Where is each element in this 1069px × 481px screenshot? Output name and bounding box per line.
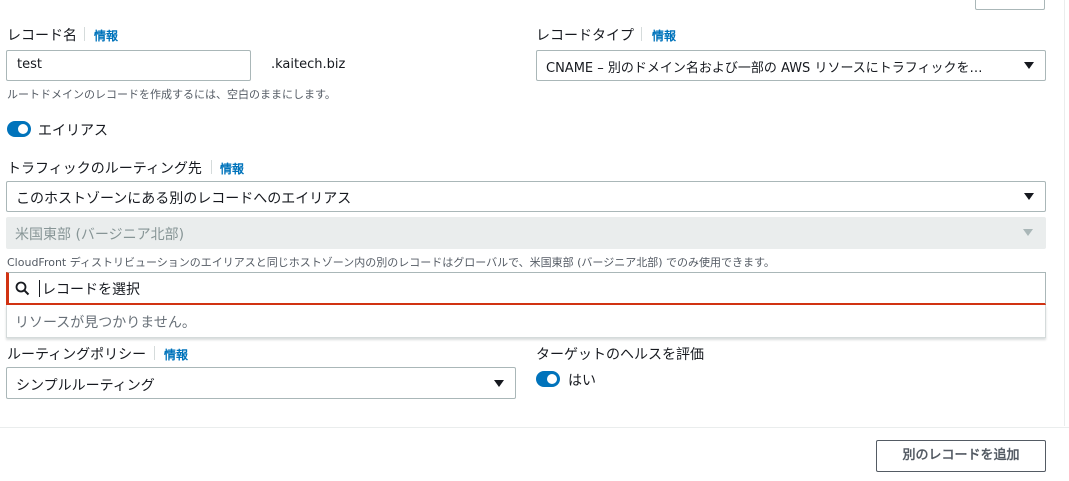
right-border — [1064, 0, 1065, 426]
no-results-text: リソースが見つかりません。 — [15, 315, 196, 331]
label-separator — [84, 27, 85, 41]
record-name-value: test — [17, 57, 42, 72]
search-icon — [15, 281, 30, 296]
health-label: ターゲットのヘルスを評価 — [536, 347, 704, 363]
routing-policy-label: ルーティングポリシー — [7, 347, 147, 363]
footer-divider — [0, 427, 1069, 428]
routing-policy-select[interactable]: シンプルルーティング — [6, 367, 516, 399]
label-separator — [641, 27, 642, 41]
text-cursor — [39, 280, 40, 297]
record-type-selected: CNAME – 別のドメイン名および一部の AWS リソースにトラフィックを… — [546, 61, 983, 76]
routing-policy-selected: シンプルルーティング — [16, 378, 155, 394]
region-value: 米国東部 (バージニア北部) — [15, 227, 185, 243]
region-hint: CloudFront ディストリビューションのエイリアスと同じホストゾーン内の別… — [7, 256, 775, 269]
toggle-knob — [18, 124, 28, 134]
toggle-knob — [547, 374, 557, 384]
record-search-input[interactable]: レコードを選択 — [6, 272, 1046, 305]
endpoint-selected: このホストゾーンにある別のレコードへのエイリアス — [16, 191, 352, 207]
endpoint-select[interactable]: このホストゾーンにある別のレコードへのエイリアス — [6, 181, 1046, 212]
record-name-input[interactable]: test — [6, 50, 251, 81]
routing-policy-info-link[interactable]: 情報 — [164, 346, 188, 363]
chevron-down-icon — [494, 380, 504, 387]
record-type-label: レコードタイプ — [536, 28, 634, 44]
search-placeholder: レコードを選択 — [42, 282, 140, 298]
chevron-down-icon — [1024, 62, 1034, 69]
record-name-label: レコード名 — [7, 28, 77, 44]
region-select-disabled: 米国東部 (バージニア北部) — [6, 217, 1046, 249]
alias-toggle[interactable] — [7, 121, 31, 137]
route-traffic-label: トラフィックのルーティング先 — [7, 161, 202, 177]
record-type-select[interactable]: CNAME – 別のドメイン名および一部の AWS リソースにトラフィックを… — [536, 50, 1046, 81]
record-name-info-link[interactable]: 情報 — [94, 27, 118, 44]
top-partial-button[interactable] — [975, 0, 1045, 10]
health-toggle[interactable] — [536, 371, 560, 387]
search-dropdown-list: リソースが見つかりません。 — [6, 305, 1046, 338]
health-value-label: はい — [568, 373, 596, 389]
alias-label: エイリアス — [38, 123, 108, 139]
chevron-down-icon — [1023, 229, 1033, 236]
label-separator — [154, 346, 155, 360]
record-type-info-link[interactable]: 情報 — [652, 27, 676, 44]
domain-suffix: .kaitech.biz — [271, 57, 346, 72]
chevron-down-icon — [1024, 193, 1034, 200]
record-name-hint: ルートドメインのレコードを作成するには、空白のままにします。 — [7, 88, 336, 101]
route-traffic-info-link[interactable]: 情報 — [220, 160, 244, 177]
add-another-record-button[interactable]: 別のレコードを追加 — [876, 440, 1046, 472]
label-separator — [211, 160, 212, 174]
